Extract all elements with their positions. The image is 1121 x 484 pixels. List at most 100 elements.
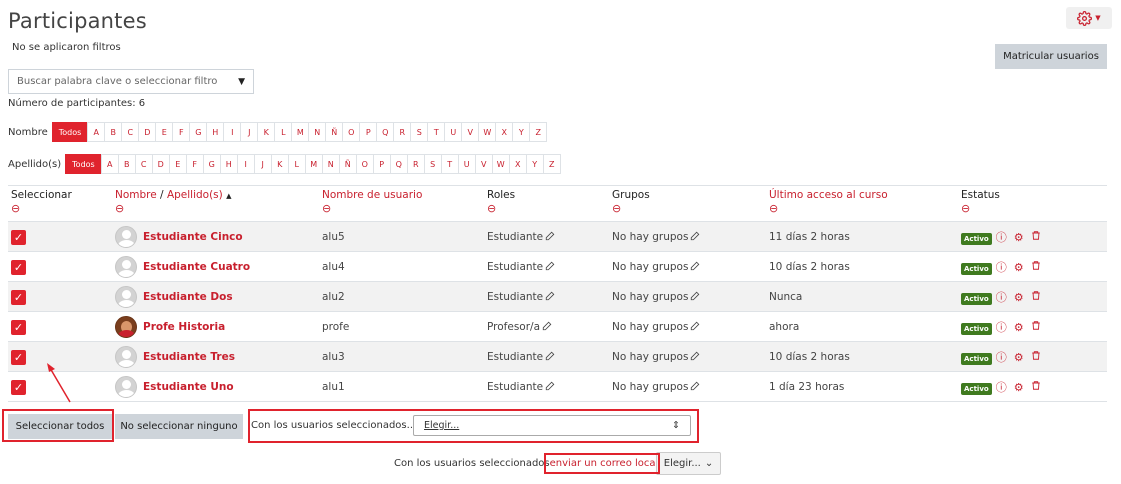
send-local-email-link[interactable]: enviar un correo local... [550,458,668,469]
initial-letter[interactable]: R [393,122,412,142]
filter-search-select[interactable]: Buscar palabra clave o seleccionar filtr… [8,69,254,94]
edit-roles-pencil-icon[interactable] [545,291,555,304]
edit-roles-pencil-icon[interactable] [545,261,555,274]
initial-letter[interactable]: Z [542,154,561,174]
info-icon[interactable]: ⓘ [996,349,1007,365]
initial-letter[interactable]: N [321,154,340,174]
initial-letter[interactable]: P [359,122,378,142]
trash-icon[interactable] [1031,320,1041,334]
participant-name-link[interactable]: Estudiante Cinco [143,231,243,243]
trash-icon[interactable] [1031,350,1041,364]
gear-icon[interactable]: ⚙ [1014,261,1024,274]
gear-icon[interactable]: ⚙ [1014,351,1024,364]
initial-letter[interactable]: Y [512,122,531,142]
initial-letter[interactable]: B [117,154,136,174]
initial-letter[interactable]: M [291,122,310,142]
initial-letter[interactable]: L [287,154,306,174]
gear-icon[interactable]: ⚙ [1014,321,1024,334]
info-icon[interactable]: ⓘ [996,319,1007,335]
select-all-button[interactable]: Seleccionar todos [8,414,112,439]
edit-groups-pencil-icon[interactable] [690,321,700,334]
initial-letter[interactable]: S [410,122,429,142]
initial-all[interactable]: Todos [51,122,89,142]
initial-letter[interactable]: P [372,154,391,174]
initial-letter[interactable]: O [342,122,361,142]
sort-firstname-link[interactable]: Nombre [115,189,157,201]
initial-letter[interactable]: Q [376,122,395,142]
initial-letter[interactable]: Q [389,154,408,174]
edit-groups-pencil-icon[interactable] [690,381,700,394]
edit-roles-pencil-icon[interactable] [545,381,555,394]
trash-icon[interactable] [1031,230,1041,244]
info-icon[interactable]: ⓘ [996,229,1007,245]
collapse-icon[interactable]: ⊖ [322,203,422,214]
info-icon[interactable]: ⓘ [996,259,1007,275]
collapse-icon[interactable]: ⊖ [115,203,231,214]
bulk-action-select[interactable]: Elegir... ⇕ [413,415,691,436]
initial-letter[interactable]: X [508,154,527,174]
initial-letter[interactable]: J [240,122,259,142]
initial-letter[interactable]: V [461,122,480,142]
initial-letter[interactable]: K [270,154,289,174]
row-checkbox[interactable]: ✓ [11,379,26,395]
initial-letter[interactable]: W [491,154,510,174]
initial-letter[interactable]: I [236,154,255,174]
edit-roles-pencil-icon[interactable] [545,351,555,364]
initial-letter[interactable]: R [406,154,425,174]
initial-letter[interactable]: B [104,122,123,142]
initial-letter[interactable]: A [87,122,106,142]
trash-icon[interactable] [1031,290,1041,304]
initial-letter[interactable]: E [168,154,187,174]
initial-letter[interactable]: A [100,154,119,174]
row-checkbox[interactable]: ✓ [11,259,26,275]
initial-letter[interactable]: E [155,122,174,142]
initial-letter[interactable]: C [121,122,140,142]
participant-name-link[interactable]: Profe Historia [143,321,225,333]
participant-name-link[interactable]: Estudiante Cuatro [143,261,250,273]
row-checkbox[interactable]: ✓ [11,319,26,335]
sort-username-link[interactable]: Nombre de usuario [322,189,422,201]
collapse-icon[interactable]: ⊖ [11,203,72,214]
participant-name-link[interactable]: Estudiante Tres [143,351,235,363]
initial-all[interactable]: Todos [65,154,102,174]
enrol-users-button[interactable]: Matricular usuarios [995,44,1107,69]
initial-letter[interactable]: Ñ [338,154,357,174]
initial-letter[interactable]: F [185,154,204,174]
participant-name-link[interactable]: Estudiante Dos [143,291,233,303]
initial-letter[interactable]: G [189,122,208,142]
gear-icon[interactable]: ⚙ [1014,381,1024,394]
initial-letter[interactable]: T [427,122,446,142]
initial-letter[interactable]: U [457,154,476,174]
select-none-button[interactable]: No seleccionar ninguno [115,414,243,439]
initial-letter[interactable]: K [257,122,276,142]
participant-name-link[interactable]: Estudiante Uno [143,381,234,393]
edit-groups-pencil-icon[interactable] [690,351,700,364]
initial-letter[interactable]: Z [529,122,548,142]
sort-last-access-link[interactable]: Último acceso al curso [769,189,888,201]
gear-icon[interactable]: ⚙ [1014,231,1024,244]
row-checkbox[interactable]: ✓ [11,229,26,245]
collapse-icon[interactable]: ⊖ [769,203,888,214]
edit-groups-pencil-icon[interactable] [690,291,700,304]
gear-icon[interactable]: ⚙ [1014,291,1024,304]
initial-letter[interactable]: T [440,154,459,174]
initial-letter[interactable]: O [355,154,374,174]
edit-roles-pencil-icon[interactable] [545,231,555,244]
trash-icon[interactable] [1031,260,1041,274]
row-checkbox[interactable]: ✓ [11,349,26,365]
initial-letter[interactable]: F [172,122,191,142]
initial-letter[interactable]: S [423,154,442,174]
initial-letter[interactable]: H [206,122,225,142]
initial-letter[interactable]: W [478,122,497,142]
collapse-icon[interactable]: ⊖ [487,203,515,214]
initial-letter[interactable]: C [134,154,153,174]
collapse-icon[interactable]: ⊖ [612,203,650,214]
initial-letter[interactable]: Y [525,154,544,174]
initial-letter[interactable]: J [253,154,272,174]
initial-letter[interactable]: I [223,122,242,142]
initial-letter[interactable]: D [138,122,157,142]
initial-letter[interactable]: D [151,154,170,174]
initial-letter[interactable]: N [308,122,327,142]
initial-letter[interactable]: X [495,122,514,142]
info-icon[interactable]: ⓘ [996,379,1007,395]
